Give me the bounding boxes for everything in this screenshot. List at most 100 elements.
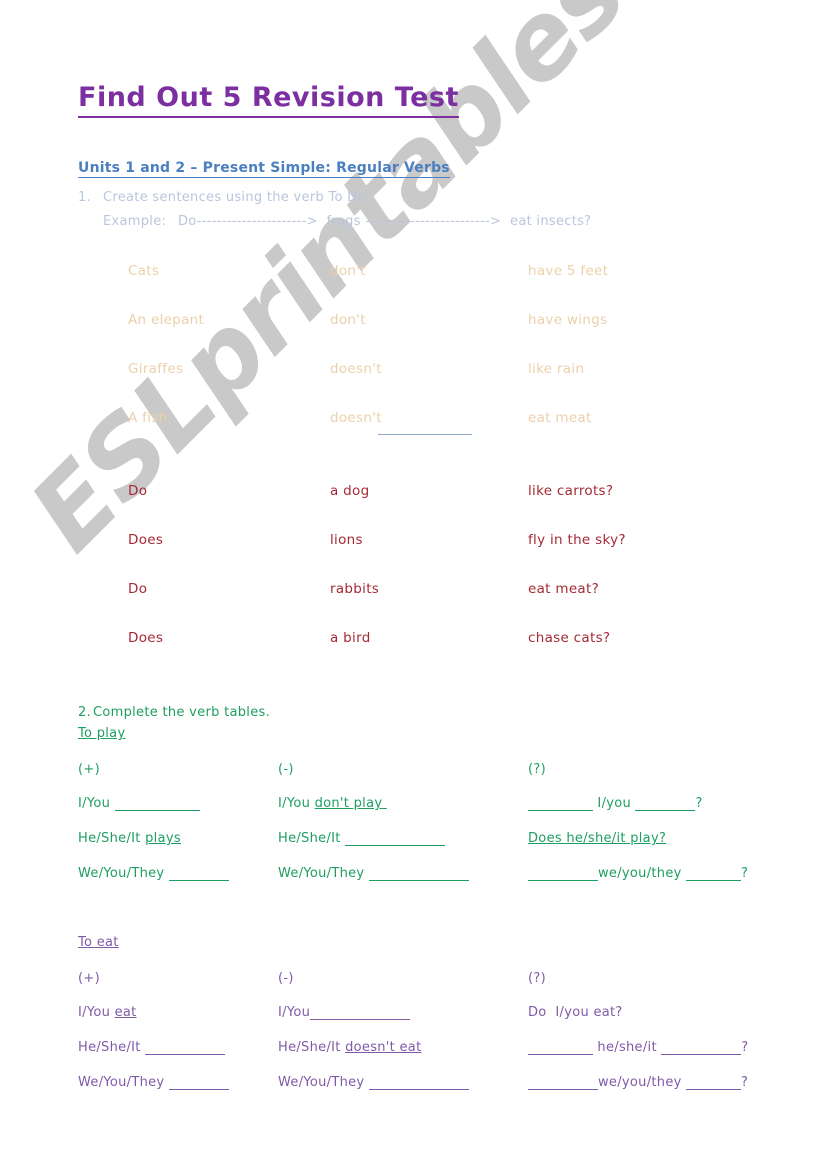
exercise2-number: 2.: [78, 705, 92, 720]
verb-cell-question[interactable]: I/you ?: [528, 796, 703, 811]
units-heading: Units 1 and 2 – Present Simple: Regular …: [78, 160, 450, 178]
verb-cell-negative[interactable]: I/You don't play: [278, 796, 387, 811]
exercise1-example-body: Do----------------------> frogs --------…: [178, 214, 592, 229]
answer-blank[interactable]: [686, 1077, 742, 1090]
statement-aux: doesn't: [330, 361, 382, 377]
answer-blank[interactable]: [345, 833, 446, 846]
verb-cell-positive[interactable]: We/You/They: [78, 1075, 229, 1090]
answer-blank[interactable]: [368, 1077, 469, 1090]
question-subject: a dog: [330, 483, 370, 499]
column-header-positive: (+): [78, 762, 100, 777]
answer-blank[interactable]: [168, 1077, 229, 1090]
cell-prefix: I/You: [78, 796, 115, 811]
column-header-question: (?): [528, 971, 546, 986]
question-predicate: like carrots?: [528, 483, 614, 499]
answer-blank[interactable]: [528, 1042, 593, 1055]
filled-answer: plays: [145, 831, 181, 846]
answer-blank[interactable]: [168, 868, 229, 881]
verb-cell-negative[interactable]: We/You/They: [278, 1075, 469, 1090]
cell-prefix: I/You: [278, 1005, 311, 1020]
cell-middle: we/you/they: [598, 1075, 687, 1090]
cell-prefix: He/She/It: [278, 831, 346, 846]
answer-trailing-underline: [382, 796, 386, 811]
statement-predicate: have wings: [528, 312, 608, 328]
exercise2-instruction: Complete the verb tables.: [93, 705, 271, 720]
cell-middle: we/you/they: [598, 866, 687, 881]
question-predicate: fly in the sky?: [528, 532, 626, 548]
verb-cell-negative[interactable]: He/She/It doesn't eat: [278, 1040, 421, 1055]
question-aux: Do: [128, 581, 148, 597]
verb-table-title-to-eat: To eat: [78, 935, 119, 950]
exercise1-number: 1.: [78, 190, 92, 205]
cell-prefix: We/You/They: [78, 1075, 169, 1090]
verb-cell-negative[interactable]: He/She/It: [278, 831, 446, 846]
column-header-question: (?): [528, 762, 546, 777]
question-aux: Does: [128, 532, 164, 548]
question-aux: Does: [128, 630, 164, 646]
cell-middle: I/you: [593, 796, 636, 811]
verb-cell-negative[interactable]: I/You: [278, 1005, 411, 1020]
filled-answer: don't play: [314, 796, 383, 811]
statement-subject: Cats: [128, 263, 160, 279]
answer-blank[interactable]: [368, 868, 469, 881]
statement-aux: don't: [330, 312, 366, 328]
answer-blank[interactable]: [528, 1077, 598, 1090]
answer-blank[interactable]: [635, 798, 696, 811]
page-title: Find Out 5 Revision Test: [78, 82, 459, 118]
question-mark: ?: [741, 866, 749, 881]
verb-cell-question[interactable]: he/she/it ?: [528, 1040, 748, 1055]
filled-answer: doesn't eat: [345, 1040, 422, 1055]
answer-blank[interactable]: [661, 1042, 742, 1055]
filled-answer: Does he/she/it play?: [528, 831, 667, 846]
question-predicate: chase cats?: [528, 630, 611, 646]
verb-cell-negative[interactable]: We/You/They: [278, 866, 469, 881]
cell-prefix: We/You/They: [278, 1075, 369, 1090]
group-separator-line: [378, 434, 472, 435]
exercise1-instruction: Create sentences using the verb To Do.: [103, 190, 370, 205]
statement-predicate: have 5 feet: [528, 263, 609, 279]
worksheet-content: Find Out 5 Revision Test Units 1 and 2 –…: [0, 0, 821, 1169]
question-predicate: eat meat?: [528, 581, 600, 597]
statement-predicate: eat meat: [528, 410, 592, 426]
statement-subject: A fish: [128, 410, 168, 426]
statement-subject: Giraffes: [128, 361, 184, 377]
answer-blank[interactable]: [528, 868, 598, 881]
question-subject: rabbits: [330, 581, 380, 597]
verb-cell-positive[interactable]: He/She/It: [78, 1040, 226, 1055]
worksheet-page: ESLprintables.com Find Out 5 Revision Te…: [0, 0, 821, 1169]
cell-prefix: We/You/They: [78, 866, 169, 881]
filled-answer: eat: [114, 1005, 137, 1020]
verb-cell-question[interactable]: we/you/they ?: [528, 1075, 748, 1090]
question-subject: lions: [330, 532, 363, 548]
filled-answer: Do I/you eat?: [528, 1005, 623, 1020]
statement-predicate: like rain: [528, 361, 585, 377]
cell-prefix: He/She/It: [78, 1040, 146, 1055]
verb-cell-question[interactable]: Does he/she/it play?: [528, 831, 666, 846]
answer-blank[interactable]: [528, 798, 593, 811]
cell-prefix: He/She/It: [278, 1040, 346, 1055]
answer-blank[interactable]: [114, 798, 200, 811]
verb-cell-question[interactable]: we/you/they ?: [528, 866, 748, 881]
cell-prefix: He/She/It: [78, 831, 146, 846]
cell-prefix: I/You: [278, 796, 315, 811]
answer-blank[interactable]: [686, 868, 742, 881]
verb-cell-question[interactable]: Do I/you eat?: [528, 1005, 623, 1020]
statement-subject: An elepant: [128, 312, 205, 328]
verb-cell-positive[interactable]: We/You/They: [78, 866, 229, 881]
column-header-negative: (-): [278, 971, 294, 986]
cell-prefix: I/You: [78, 1005, 115, 1020]
verb-cell-positive[interactable]: He/She/It plays: [78, 831, 181, 846]
answer-blank[interactable]: [310, 1007, 411, 1020]
cell-middle: he/she/it: [593, 1040, 662, 1055]
question-mark: ?: [741, 1040, 749, 1055]
question-subject: a bird: [330, 630, 371, 646]
cell-prefix: We/You/They: [278, 866, 369, 881]
answer-blank[interactable]: [145, 1042, 226, 1055]
verb-cell-positive[interactable]: I/You eat: [78, 1005, 137, 1020]
statement-aux: doesn't: [330, 410, 382, 426]
column-header-negative: (-): [278, 762, 294, 777]
verb-cell-positive[interactable]: I/You: [78, 796, 200, 811]
question-mark: ?: [695, 796, 703, 811]
question-aux: Do: [128, 483, 148, 499]
column-header-positive: (+): [78, 971, 100, 986]
